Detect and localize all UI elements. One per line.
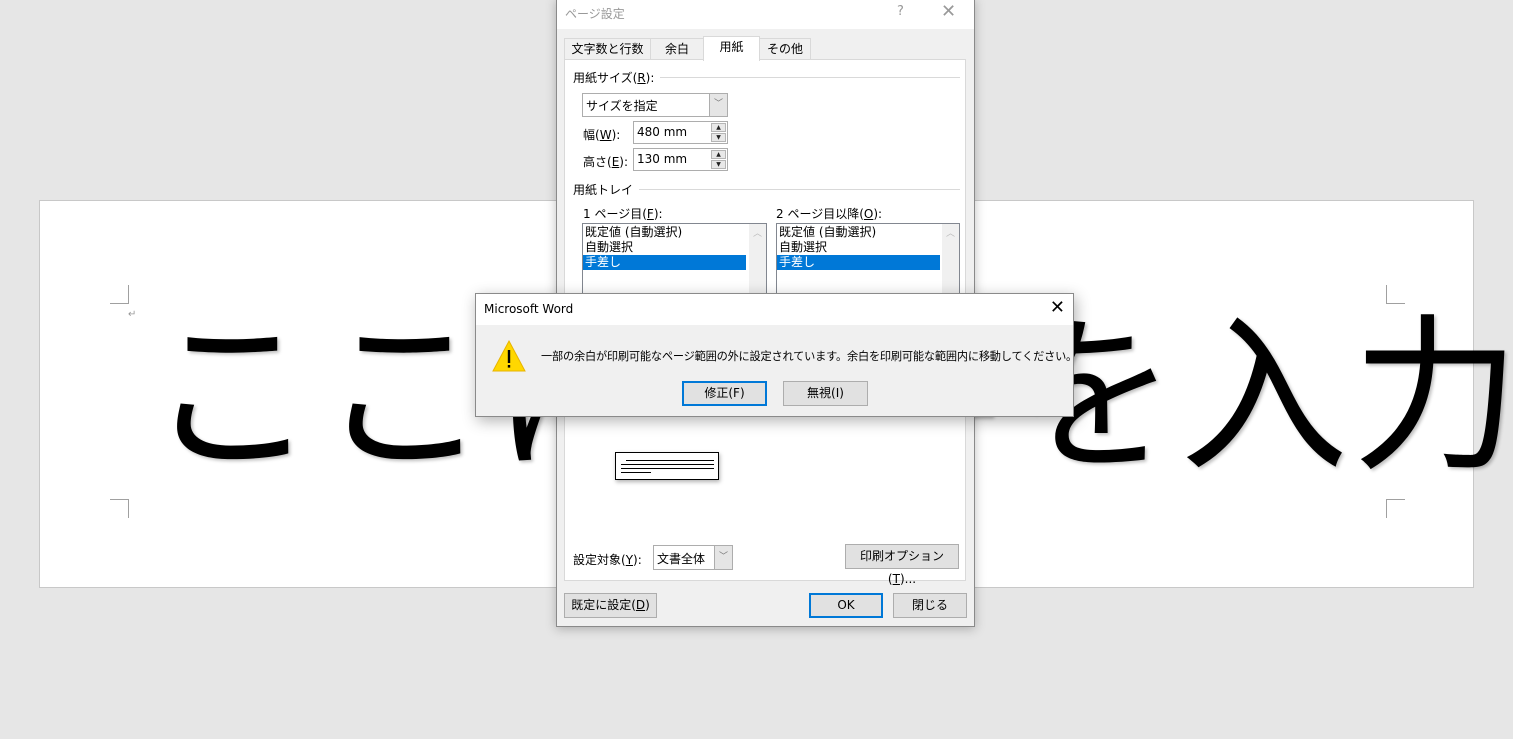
apply-to-label: 設定対象(Y): [573,553,642,567]
other-pages-label: 2 ページ目以降(O): [776,207,883,221]
alert-titlebar[interactable]: Microsoft Word ✕ [476,294,1073,325]
first-page-tray-list[interactable]: 既定値 (自動選択) 自動選択 手差し ︿ [582,223,767,295]
scrollbar[interactable]: ︿ [942,224,959,294]
list-item-selected[interactable]: 手差し [583,255,746,270]
crop-mark-top-left [110,285,129,304]
first-page-label: 1 ページ目(F): [583,207,663,221]
tab-margins[interactable]: 余白 [650,38,704,60]
close-icon[interactable]: ✕ [1050,297,1065,318]
list-item-selected[interactable]: 手差し [777,255,940,270]
fix-button[interactable]: 修正(F) [682,381,767,406]
list-item[interactable]: 自動選択 [583,240,746,255]
height-label: 高さ(E): [583,155,629,169]
print-options-button[interactable]: 印刷オプション(T)... [845,544,959,586]
preview-line [621,464,714,465]
tab-characters-lines[interactable]: 文字数と行数 [564,38,651,60]
preview-line [621,468,714,469]
page-setup-titlebar[interactable]: ページ設定 ? ✕ [557,0,974,29]
list-item[interactable]: 既定値 (自動選択) [583,225,746,240]
width-spinner[interactable]: 480 mm ▲ ▼ [633,121,728,144]
chevron-up-icon[interactable]: ︿ [749,226,766,239]
chevron-down-icon[interactable]: ﹀ [709,94,727,116]
preview-line [626,460,714,461]
set-as-default-button[interactable]: 既定に設定(D) [564,593,657,618]
page-preview [615,452,719,480]
crop-mark-bottom-left [110,499,129,518]
apply-to-select[interactable]: 文書全体 ﹀ [653,545,733,570]
close-button[interactable]: 閉じる [893,593,967,618]
tab-paper[interactable]: 用紙 [703,36,760,61]
help-icon[interactable]: ? [897,4,904,19]
tab-other[interactable]: その他 [759,38,811,60]
height-spinner[interactable]: 130 mm ▲ ▼ [633,148,728,171]
warning-icon [492,339,526,372]
paper-tray-label: 用紙トレイ [573,181,640,198]
preview-line [621,472,651,473]
paper-size-value: サイズを指定 [586,99,658,113]
height-value[interactable]: 130 mm [637,152,687,166]
width-increment-icon[interactable]: ▲ [711,123,726,132]
close-icon[interactable]: ✕ [941,1,956,22]
alert-title: Microsoft Word [484,302,574,316]
width-label: 幅(W): [583,128,621,142]
width-value[interactable]: 480 mm [637,125,687,139]
paper-size-divider [655,77,960,78]
ok-button[interactable]: OK [809,593,883,618]
scrollbar[interactable]: ︿ [749,224,766,294]
word-alert-dialog: Microsoft Word ✕ 一部の余白が印刷可能なページ範囲の外に設定され… [475,293,1078,417]
paper-size-label: 用紙サイズ(R): [573,69,661,86]
paper-size-select[interactable]: サイズを指定 ﹀ [582,93,728,117]
paragraph-mark-icon: ↵ [128,309,137,320]
width-decrement-icon[interactable]: ▼ [711,133,726,142]
chevron-down-icon[interactable]: ﹀ [714,546,732,569]
list-item[interactable]: 既定値 (自動選択) [777,225,940,240]
alert-message: 一部の余白が印刷可能なページ範囲の外に設定されています。余白を印刷可能な範囲内に… [541,350,1078,363]
paper-tray-divider [631,189,960,190]
other-pages-tray-list[interactable]: 既定値 (自動選択) 自動選択 手差し ︿ [776,223,960,295]
ignore-button[interactable]: 無視(I) [783,381,868,406]
list-item[interactable]: 自動選択 [777,240,940,255]
crop-mark-bottom-right [1386,499,1405,518]
apply-to-value: 文書全体 [657,552,706,566]
height-increment-icon[interactable]: ▲ [711,150,726,159]
chevron-up-icon[interactable]: ︿ [942,226,959,239]
page-setup-title: ページ設定 [565,7,625,21]
height-decrement-icon[interactable]: ▼ [711,160,726,169]
